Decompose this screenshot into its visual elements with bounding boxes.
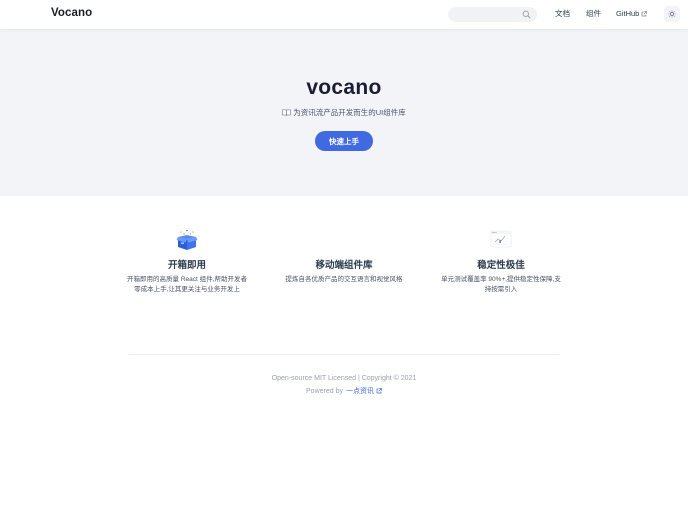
feature-card-stability: 稳定性极佳 单元测试覆盖率 90%+,提供稳定性保障,支持按需引入	[440, 228, 562, 295]
hero-section: vocano 为资讯流产品开发而生的UI组件库 快速上手	[0, 29, 688, 196]
hero-subtitle: 为资讯流产品开发而生的UI组件库	[0, 107, 688, 118]
nav-github-label: GitHub	[616, 9, 640, 18]
feature-title: 稳定性极佳	[477, 260, 525, 271]
external-link-icon	[376, 388, 382, 394]
feature-description: 单元测试覆盖率 90%+,提供稳定性保障,支持按需引入	[441, 276, 561, 293]
nav-docs-link[interactable]: 文档	[555, 9, 570, 19]
footer-divider	[129, 354, 559, 355]
feature-card-mobile: 移动端组件库 提炼自各优质产品的交互语言和视觉风格	[283, 228, 405, 285]
feature-card-out-of-box: 开箱即用 开箱即用的高质量 React 组件,帮助开发者零成本上手,让其更关注与…	[126, 228, 248, 295]
footer-powered-prefix: Powered by	[306, 387, 343, 395]
nav-github-link[interactable]: GitHub	[616, 9, 648, 19]
sun-icon	[668, 10, 676, 18]
hero-title: vocano	[306, 76, 382, 99]
search-input[interactable]	[448, 7, 537, 22]
feature-description: 开箱即用的高质量 React 组件,帮助开发者零成本上手,让其更关注与业务开发上	[127, 276, 247, 293]
book-icon	[282, 109, 291, 116]
feature-title: 开箱即用	[167, 260, 206, 271]
feature-title: 移动端组件库	[315, 260, 373, 271]
hero-subtitle-text: 为资讯流产品开发而生的UI组件库	[293, 108, 406, 117]
navbar: Vocano 文档 组件 GitHub	[0, 0, 688, 29]
nav-components-link[interactable]: 组件	[586, 9, 601, 19]
mobile-icon	[283, 228, 405, 252]
brand-logo[interactable]: Vocano	[51, 7, 92, 19]
footer-company-label: 一点资讯	[345, 388, 374, 395]
external-link-icon	[641, 11, 648, 17]
feature-description: 提炼自各优质产品的交互语言和视觉风格	[285, 276, 403, 283]
chart-card-icon	[490, 230, 512, 248]
get-started-button[interactable]: 快速上手	[315, 131, 373, 151]
footer-license: Open-source MIT Licensed | Copyright © 2…	[271, 375, 417, 382]
search-icon	[522, 10, 531, 19]
theme-toggle-button[interactable]	[664, 6, 680, 22]
box-icon	[176, 229, 198, 250]
footer-company-link[interactable]: 一点资讯	[346, 386, 382, 396]
footer-powered-by: Powered by 一点资讯	[0, 386, 688, 396]
